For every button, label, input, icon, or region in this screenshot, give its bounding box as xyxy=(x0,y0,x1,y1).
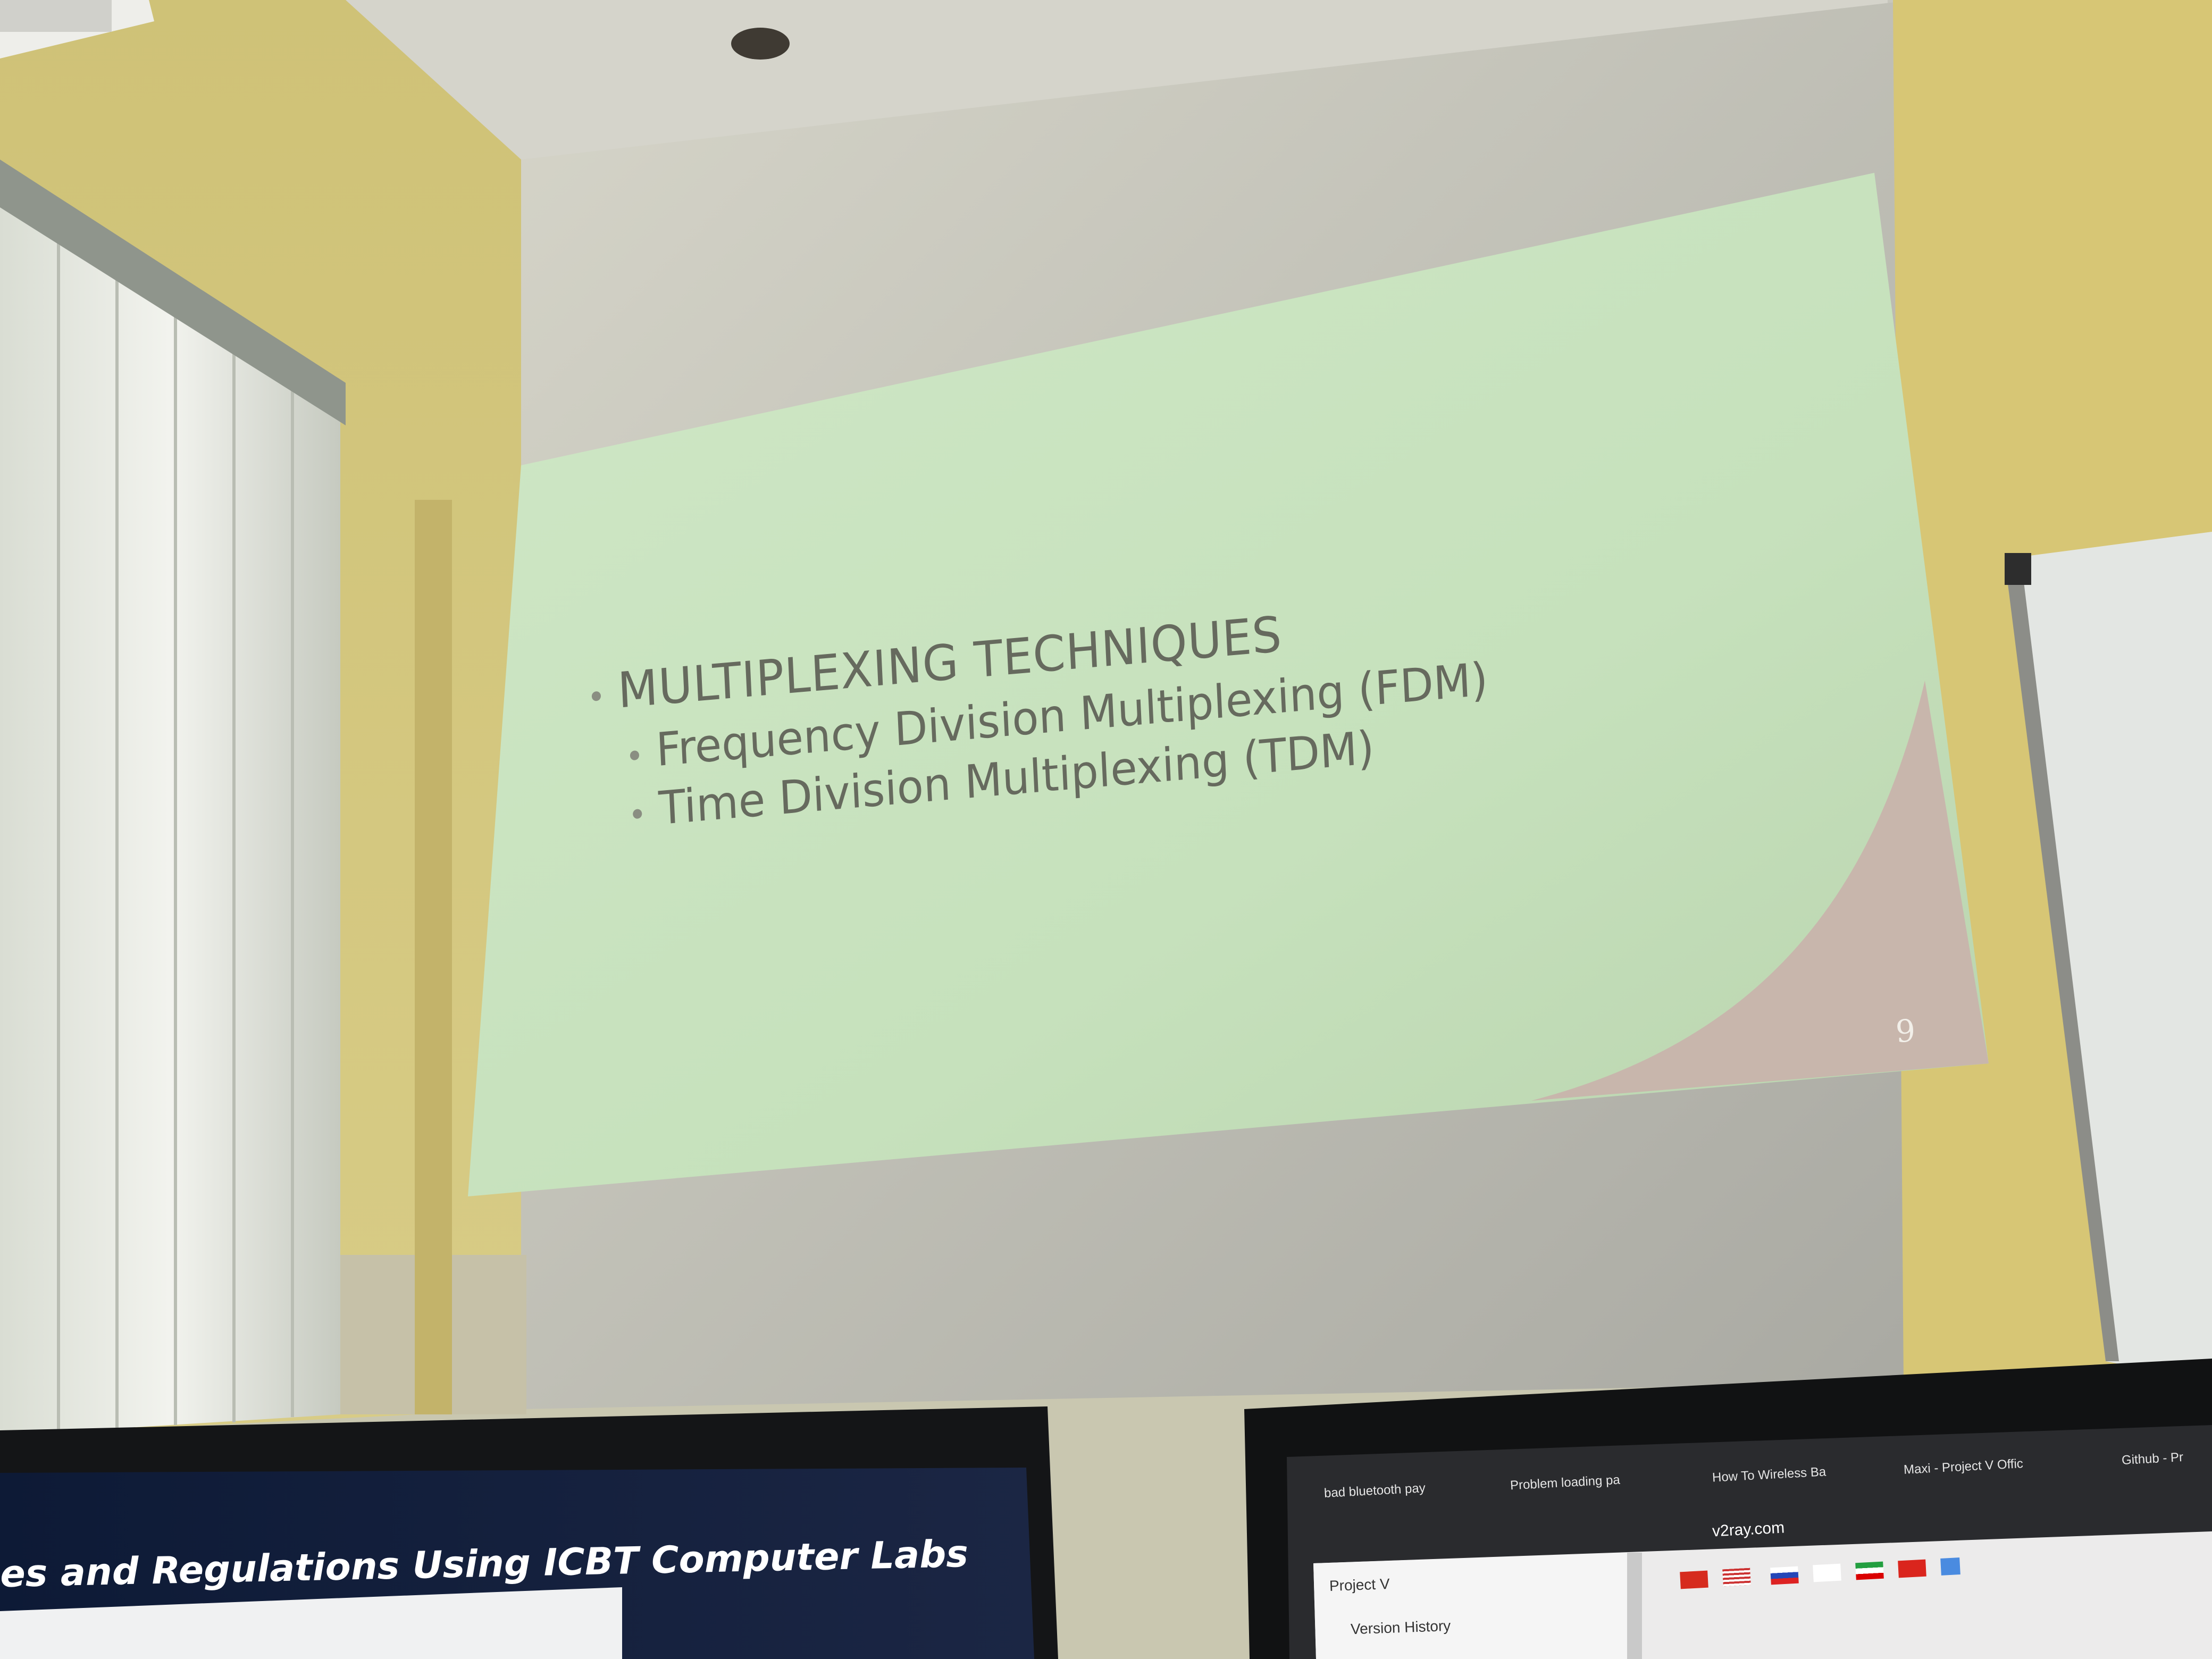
bullet-icon xyxy=(591,691,601,701)
cn-flag-icon[interactable] xyxy=(1680,1570,1708,1589)
translate-icon[interactable] xyxy=(1940,1557,1960,1576)
bullet-icon xyxy=(632,808,642,819)
ceiling-hole xyxy=(731,28,790,60)
slide-page-number: 9 xyxy=(1895,1012,1916,1050)
ru-flag-icon[interactable] xyxy=(1770,1566,1799,1585)
us-flag-icon[interactable] xyxy=(1722,1568,1751,1587)
ir-flag-icon[interactable] xyxy=(1855,1561,1884,1580)
kr-flag-icon[interactable] xyxy=(1813,1563,1841,1582)
browser-address-bar[interactable]: v2ray.com xyxy=(1712,1519,1785,1540)
sidebar-item-project[interactable]: Project V xyxy=(1329,1576,1390,1595)
room-scene xyxy=(0,0,2212,1659)
bullet-icon xyxy=(630,750,640,760)
vn-flag-icon[interactable] xyxy=(1898,1559,1926,1578)
sidebar-item-version-history[interactable]: Version History xyxy=(1350,1618,1451,1638)
